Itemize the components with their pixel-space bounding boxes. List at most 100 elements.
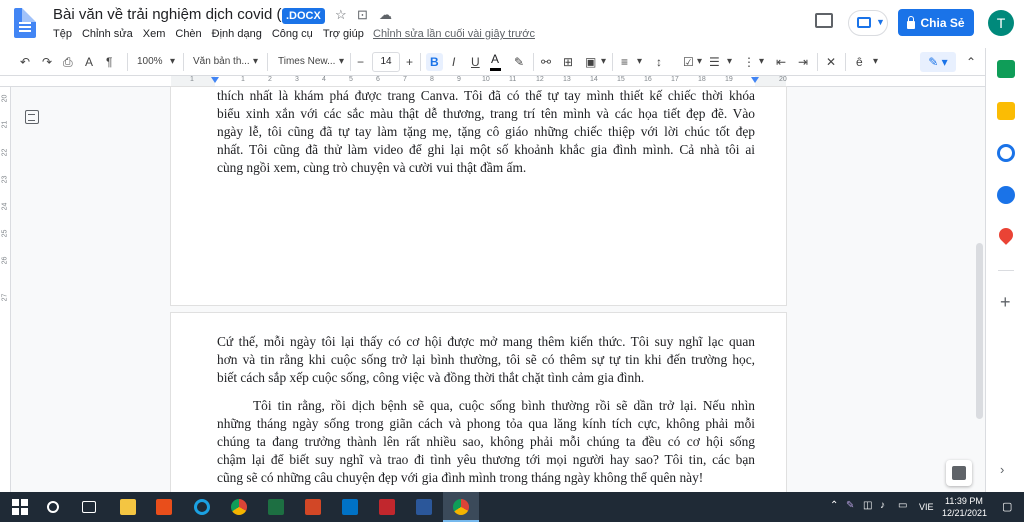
search-icon[interactable] [47, 501, 59, 513]
chrome-icon[interactable] [231, 499, 247, 515]
paragraph-style-select[interactable]: Văn bản th... [193, 53, 250, 71]
last-edit-link[interactable]: Chỉnh sửa lần cuối vài giây trước [373, 28, 535, 40]
windows-start-icon[interactable] [12, 499, 28, 515]
present-button[interactable]: ▼ [848, 10, 888, 36]
undo-icon[interactable]: ↶ [20, 53, 30, 71]
word-icon[interactable] [416, 499, 432, 515]
task-view-icon[interactable] [82, 501, 96, 513]
clock-time[interactable]: 11:39 PM [945, 496, 983, 506]
input-tools-icon[interactable]: ê [856, 53, 863, 71]
numbered-list-icon[interactable]: ⋮ [743, 53, 755, 71]
menu-edit[interactable]: Chỉnh sửa [82, 28, 133, 40]
text-line: nhất. Tôi cũng đã thử làm video để ghi l… [217, 142, 755, 157]
checklist-icon[interactable]: ☑ [683, 53, 694, 71]
bold-icon[interactable]: B [426, 53, 443, 71]
volume-icon[interactable]: ♪ [880, 500, 885, 511]
title-bar: Bài văn về trải nghiệm dịch covid (1) .D… [0, 0, 1024, 48]
font-size-input[interactable]: 14 [372, 52, 400, 72]
star-icon[interactable]: ☆ [335, 7, 347, 23]
link-icon[interactable]: ⚯ [541, 53, 551, 71]
add-addon-icon[interactable]: + [1000, 292, 1011, 313]
share-button[interactable]: Chia Sẻ [898, 9, 974, 36]
menu-file[interactable]: Tệp [53, 28, 72, 40]
excel-icon[interactable] [268, 499, 284, 515]
chevron-down-icon: ▾ [697, 56, 703, 67]
menu-tools[interactable]: Công cụ [272, 28, 313, 40]
comment-history-icon[interactable] [815, 13, 833, 28]
menu-format[interactable]: Định dạng [212, 28, 262, 40]
increase-font-size-icon[interactable]: + [406, 53, 413, 71]
toolbar-divider [533, 53, 534, 71]
scrollbar-thumb[interactable] [976, 243, 983, 419]
toolbar-divider [612, 53, 613, 71]
document-page[interactable]: Cứ thế, mỗi ngày tôi lại thấy có cơ hội … [171, 313, 786, 493]
move-folder-icon[interactable]: ⊡ [357, 7, 368, 23]
powerpoint-icon[interactable] [305, 499, 321, 515]
vertical-ruler[interactable]: 20 21 22 23 24 25 26 27 [0, 87, 11, 492]
horizontal-ruler[interactable]: 1 1 2 3 4 5 6 7 8 9 10 11 12 13 14 15 16… [0, 76, 985, 87]
left-indent-marker[interactable] [211, 77, 219, 83]
menu-insert[interactable]: Chèn [175, 28, 201, 40]
insert-image-icon[interactable]: ▣ [585, 53, 596, 71]
highlight-icon[interactable]: ✎ [514, 53, 524, 71]
text-line: những tháng ngày sống trong giãn cách và… [217, 416, 755, 431]
clock-date[interactable]: 12/21/2021 [942, 508, 987, 518]
increase-indent-icon[interactable]: ⇥ [798, 53, 808, 71]
tasks-icon[interactable] [997, 144, 1015, 162]
maps-icon[interactable] [996, 225, 1016, 245]
file-explorer-icon[interactable] [120, 499, 136, 515]
text-line: Cứ thế, mỗi ngày tôi lại thấy có cơ hội … [217, 334, 755, 349]
cloud-status-icon[interactable]: ☁ [379, 7, 392, 23]
outlook-icon[interactable] [342, 499, 358, 515]
zoom-select[interactable]: 100% [137, 53, 163, 71]
paint-format-icon[interactable]: ¶ [106, 53, 112, 71]
editing-mode-button[interactable]: ✎ ▾ [920, 52, 956, 72]
store-app-icon[interactable] [379, 499, 395, 515]
ruler-number: 13 [563, 76, 571, 83]
add-comment-icon[interactable]: ⊞ [563, 53, 573, 71]
right-indent-marker[interactable] [751, 77, 759, 83]
document-title[interactable]: Bài văn về trải nghiệm dịch covid (1) [53, 6, 295, 23]
network-icon[interactable]: ◫ [863, 500, 872, 511]
menu-help[interactable]: Trợ giúp [323, 28, 364, 40]
text-line: hơn và tin rằng khi cuộc sống trở lại bì… [217, 352, 755, 367]
text-color-icon[interactable]: A [489, 52, 502, 71]
vertical-scrollbar[interactable] [974, 87, 985, 492]
decrease-indent-icon[interactable]: ⇤ [776, 53, 786, 71]
text-line: biểu xinh xắn với các sắc màu thật dễ th… [217, 106, 755, 121]
chevron-down-icon: ▾ [637, 56, 643, 67]
redo-icon[interactable]: ↷ [42, 53, 52, 71]
contacts-icon[interactable] [997, 186, 1015, 204]
notifications-icon[interactable]: ▢ [1002, 500, 1012, 513]
print-icon[interactable]: ⎙ [63, 53, 73, 71]
chevron-right-icon[interactable]: › [1000, 462, 1004, 477]
document-page[interactable]: thích nhất là khám phá được trang Canva.… [171, 87, 786, 305]
docs-logo-icon[interactable] [14, 8, 36, 38]
pen-tray-icon[interactable]: ✎ [846, 500, 854, 511]
bulleted-list-icon[interactable]: ☰ [709, 53, 720, 71]
align-left-icon[interactable]: ≡ [621, 53, 628, 71]
spellcheck-icon[interactable]: A [85, 53, 93, 71]
ruler-number: 22 [1, 148, 9, 157]
chevron-down-icon: ▾ [339, 56, 345, 67]
italic-icon[interactable]: I [452, 53, 455, 71]
explore-button[interactable] [946, 460, 972, 486]
menu-view[interactable]: Xem [143, 28, 166, 40]
battery-icon[interactable]: ▭ [898, 500, 907, 511]
internet-explorer-icon[interactable] [194, 499, 210, 515]
sheets-icon[interactable] [997, 60, 1015, 78]
language-indicator[interactable]: VIE [919, 502, 934, 512]
decrease-font-size-icon[interactable]: − [357, 53, 364, 71]
keep-icon[interactable] [997, 102, 1015, 120]
media-app-icon[interactable] [156, 499, 172, 515]
line-spacing-icon[interactable]: ↕ [656, 53, 662, 71]
avatar[interactable]: T [988, 10, 1014, 36]
text-line: thích nhất là khám phá được trang Canva.… [217, 88, 755, 103]
document-outline-icon[interactable] [25, 110, 39, 124]
show-hidden-icons-icon[interactable]: ⌃ [830, 500, 838, 511]
underline-icon[interactable]: U [471, 53, 480, 71]
clear-formatting-icon[interactable]: ✕ [826, 53, 836, 71]
chrome-icon[interactable] [453, 499, 469, 515]
font-family-select[interactable]: Times New... [278, 53, 335, 71]
collapse-menus-icon[interactable]: ⌃ [966, 53, 976, 71]
